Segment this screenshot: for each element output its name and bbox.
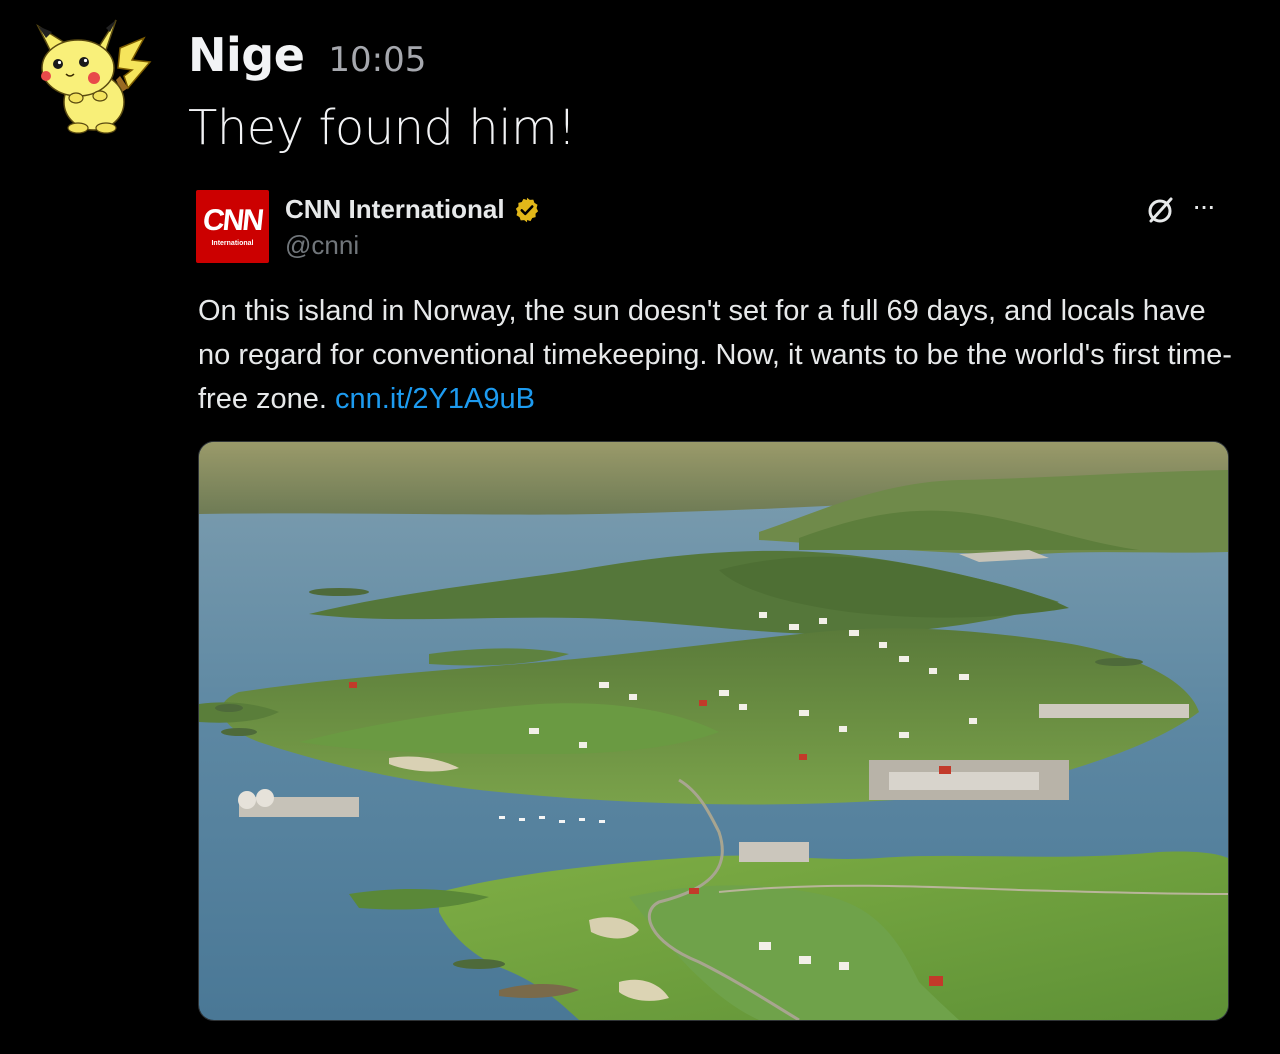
message-header: Nige 10:05 [188, 28, 426, 82]
message-timestamp: 10:05 [328, 40, 427, 80]
tweet-media-image[interactable] [198, 441, 1229, 1021]
message-text: They found him! [188, 100, 577, 156]
tweet-link[interactable]: cnn.it/2Y1A9uB [335, 383, 535, 415]
tweet-handle[interactable]: @cnni [285, 230, 359, 261]
tweet-body: On this island in Norway, the sun doesn'… [198, 289, 1238, 421]
gold-verified-badge-icon[interactable] [513, 196, 541, 224]
grok-slash-icon[interactable] [1144, 194, 1176, 226]
pikachu-avatar-icon[interactable] [32, 18, 152, 138]
tweet-embed[interactable]: CNN International CNN International @cnn… [196, 186, 1232, 1026]
norway-island-aerial-image [199, 442, 1228, 1020]
cnn-logo-avatar[interactable]: CNN International [196, 190, 269, 263]
more-options-icon[interactable]: ··· [1192, 190, 1216, 222]
cnn-logo-subtext: International [211, 240, 254, 247]
message-author[interactable]: Nige [188, 28, 305, 82]
tweet-account-name-label: CNN International [285, 194, 505, 224]
tweet-account-name[interactable]: CNN International [285, 194, 541, 225]
cnn-logo-text: CNN [201, 204, 264, 237]
chat-page: Nige 10:05 They found him! CNN Internati… [0, 0, 1280, 1054]
